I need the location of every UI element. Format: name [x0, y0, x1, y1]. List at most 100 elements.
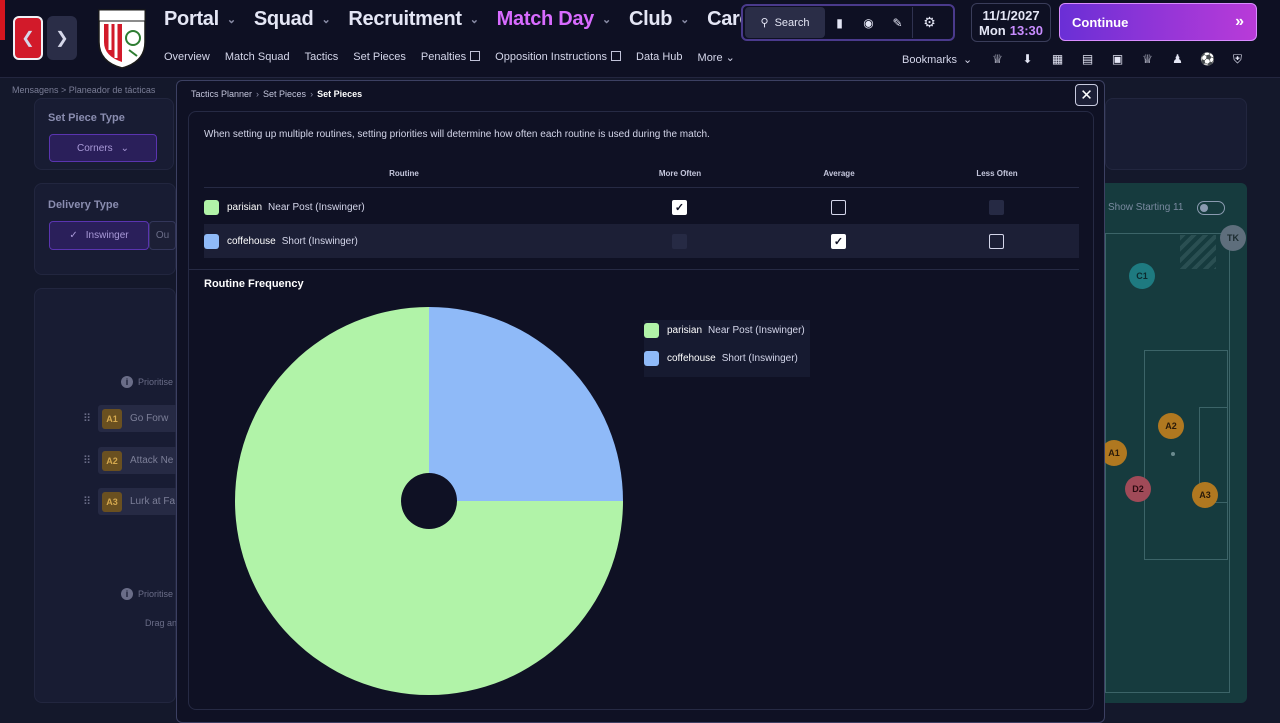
divider — [204, 187, 1079, 188]
calendar-icon[interactable]: ▦ — [1048, 51, 1067, 68]
divider — [189, 269, 1079, 270]
continue-label: Continue — [1072, 14, 1129, 30]
subnav-label: Opposition Instructions — [495, 51, 608, 63]
continue-button[interactable]: Continue » — [1059, 3, 1257, 41]
average-checkbox[interactable] — [831, 200, 846, 215]
routine-tag: A3 — [102, 491, 122, 512]
close-icon: ✕ — [1080, 87, 1093, 104]
chevron-down-icon: ⌄ — [226, 14, 236, 26]
globe-icon[interactable]: ◉ — [854, 16, 883, 30]
drag-handle-icon[interactable]: ⠿ — [83, 495, 91, 508]
player-marker-d2[interactable]: D2 — [1125, 476, 1151, 502]
external-link-icon — [470, 51, 481, 61]
time-text: 13:30 — [1009, 23, 1043, 38]
column-header-average: Average — [823, 169, 855, 178]
nav-squad[interactable]: Squad ⌄ — [254, 8, 331, 31]
legend-description: Short (Inswinger) — [721, 353, 798, 364]
nav-portal[interactable]: Portal ⌄ — [164, 8, 236, 31]
subnav-data-hub[interactable]: Data Hub — [636, 51, 682, 64]
back-button[interactable]: ❮ — [13, 16, 43, 60]
subnav-opposition-instructions[interactable]: Opposition Instructions — [495, 51, 622, 64]
shield-icon[interactable]: ⛨ — [1228, 51, 1247, 68]
chat-icon[interactable]: ▣ — [1108, 51, 1127, 68]
legend-swatch — [644, 323, 659, 338]
download-icon[interactable]: ⬇ — [1018, 51, 1037, 68]
subnav-set-pieces[interactable]: Set Pieces — [353, 51, 406, 64]
routine-label: Lurk at Fa — [130, 496, 176, 507]
subnav-penalties[interactable]: Penalties — [421, 51, 481, 64]
search-icon: ⚲ — [760, 17, 769, 29]
bookmarks-label: Bookmarks — [902, 53, 958, 66]
legend-label: parisian — [667, 325, 703, 336]
less-often-checkbox[interactable] — [989, 234, 1004, 249]
nav-label: Match Day — [496, 8, 595, 30]
more-often-checkbox[interactable]: ✓ — [672, 200, 687, 215]
notes-icon[interactable]: ▤ — [1078, 51, 1097, 68]
set-piece-type-dropdown[interactable]: Corners ⌄ — [49, 134, 157, 162]
hint-text: Prioritise — [138, 377, 174, 387]
routine-row[interactable]: A3 Lurk at Fa — [98, 488, 188, 515]
column-header-more-often: More Often — [658, 169, 702, 178]
bookmarks-dropdown[interactable]: Bookmarks ⌄ — [902, 53, 973, 67]
nav-club[interactable]: Club ⌄ — [629, 8, 689, 31]
day-text: Mon — [979, 23, 1006, 38]
delivery-type-label: Delivery Type — [48, 199, 119, 211]
club-crest-logo[interactable] — [95, 6, 149, 70]
subnav-match-squad[interactable]: Match Squad — [225, 51, 290, 64]
nav-label: Recruitment — [348, 8, 462, 30]
chevron-left-icon: ❮ — [21, 30, 35, 47]
player-marker-c1[interactable]: C1 — [1129, 263, 1155, 289]
routine-description: Near Post (Inswinger) — [268, 201, 365, 213]
chevron-down-icon: ⌄ — [680, 14, 690, 26]
search-button[interactable]: ⚲ Search — [745, 7, 825, 38]
chevron-down-icon: ⌄ — [602, 14, 611, 26]
less-often-checkbox — [989, 200, 1004, 215]
nav-label: Club — [628, 8, 673, 30]
background-breadcrumb: Mensagens > Planeador de tácticas — [12, 85, 156, 95]
forward-button[interactable]: ❯ — [47, 16, 77, 60]
people-icon[interactable]: ♟ — [1168, 51, 1187, 68]
drag-handle-icon[interactable]: ⠿ — [83, 412, 91, 425]
side-panel-top — [1105, 98, 1247, 170]
set-pieces-priority-modal: Tactics Planner › Set Pieces › Set Pieces ✕ … — [176, 80, 1105, 723]
routine-tag: A1 — [102, 408, 122, 429]
player-marker-tk[interactable]: TK — [1220, 225, 1246, 251]
subnav-tactics[interactable]: Tactics — [305, 51, 339, 64]
trophy-icon[interactable]: ♕ — [1138, 51, 1157, 68]
chart-legend: parisian Near Post (Inswinger) coffehous… — [644, 320, 810, 377]
show-starting-toggle[interactable] — [1197, 201, 1225, 215]
chevron-down-icon: ⌄ — [725, 52, 735, 64]
routine-row-coffehouse: coffehouse Short (Inswinger) ✓ — [204, 224, 1079, 258]
shirt-icon[interactable]: ♕ — [988, 51, 1007, 68]
bookmark-icon[interactable]: ▮ — [825, 16, 854, 30]
gear-icon[interactable]: ⚙ — [912, 7, 946, 38]
color-swatch — [204, 233, 219, 249]
player-marker-a2[interactable]: A2 — [1158, 413, 1184, 439]
breadcrumb-tactics-planner[interactable]: Tactics Planner — [191, 89, 252, 99]
double-chevron-right-icon: » — [1235, 13, 1244, 30]
penalty-spot — [1171, 452, 1175, 456]
pie-center-hole — [401, 473, 457, 529]
pie-slice-coffehouse[interactable] — [429, 307, 623, 501]
drag-handle-icon[interactable]: ⠿ — [83, 454, 91, 467]
legend-item-parisian: parisian Near Post (Inswinger) — [644, 323, 805, 338]
chevron-down-icon: ⌄ — [963, 54, 973, 66]
ball-icon[interactable]: ⚽ — [1198, 51, 1217, 68]
breadcrumb-set-pieces[interactable]: Set Pieces — [263, 89, 306, 99]
delivery-outswinger-toggle[interactable]: Ou — [149, 221, 176, 250]
routine-row[interactable]: A1 Go Forw — [98, 405, 188, 432]
player-marker-a3[interactable]: A3 — [1192, 482, 1218, 508]
pen-icon[interactable]: ✎ — [883, 16, 912, 30]
routine-frequency-pie-chart — [235, 307, 623, 695]
nav-match-day[interactable]: Match Day ⌄ — [496, 8, 612, 31]
delivery-inswinger-toggle[interactable]: ✓ Inswinger — [49, 221, 149, 250]
subnav-more[interactable]: More ⌄ — [698, 51, 735, 64]
info-icon: i — [121, 588, 133, 600]
close-button[interactable]: ✕ — [1075, 84, 1098, 106]
toolbar: ⚲ Search ▮ ◉ ✎ ⚙ — [741, 4, 955, 41]
average-checkbox[interactable]: ✓ — [831, 234, 846, 249]
routine-row[interactable]: A2 Attack Ne — [98, 447, 188, 474]
subnav-overview[interactable]: Overview — [164, 51, 210, 64]
nav-recruitment[interactable]: Recruitment ⌄ — [348, 8, 479, 31]
chevron-right-icon: › — [256, 89, 260, 99]
